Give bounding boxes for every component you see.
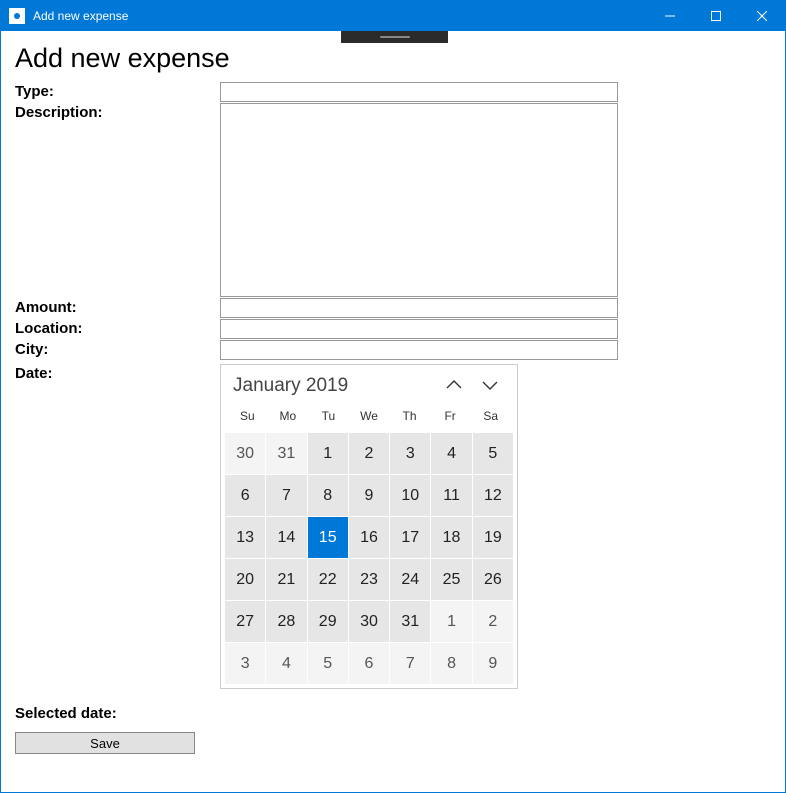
calendar-day-cell[interactable]: 7 xyxy=(266,475,306,516)
calendar-next-button[interactable] xyxy=(481,378,499,394)
city-input[interactable] xyxy=(220,340,618,360)
calendar-day-header: Th xyxy=(389,405,430,427)
calendar-day-cell[interactable]: 13 xyxy=(225,517,265,558)
close-button[interactable] xyxy=(739,1,785,31)
calendar-day-cell[interactable]: 4 xyxy=(266,643,306,684)
calendar-day-cell[interactable]: 14 xyxy=(266,517,306,558)
calendar-day-cell[interactable]: 3 xyxy=(225,643,265,684)
tablet-handle-bar xyxy=(341,31,448,43)
calendar-day-cell[interactable]: 4 xyxy=(431,433,471,474)
save-button[interactable]: Save xyxy=(15,732,195,754)
calendar-day-cell[interactable]: 5 xyxy=(308,643,348,684)
calendar-day-cell[interactable]: 16 xyxy=(349,517,389,558)
calendar-day-cell[interactable]: 1 xyxy=(308,433,348,474)
selected-date-label: Selected date: xyxy=(15,705,771,722)
calendar-day-header: We xyxy=(349,405,390,427)
calendar-day-cell[interactable]: 28 xyxy=(266,601,306,642)
amount-input[interactable] xyxy=(220,298,618,318)
description-label: Description: xyxy=(15,103,220,121)
calendar-day-cell[interactable]: 6 xyxy=(225,475,265,516)
date-picker[interactable]: January 2019 SuMoTuWeThFrSa 303112345678… xyxy=(220,364,518,689)
calendar-day-header: Mo xyxy=(268,405,309,427)
calendar-day-header: Tu xyxy=(308,405,349,427)
city-label: City: xyxy=(15,340,220,358)
calendar-day-cell[interactable]: 26 xyxy=(473,559,513,600)
date-label: Date: xyxy=(15,364,220,382)
calendar-day-header: Su xyxy=(227,405,268,427)
calendar-day-cell[interactable]: 22 xyxy=(308,559,348,600)
calendar-day-cell[interactable]: 2 xyxy=(473,601,513,642)
calendar-day-cell[interactable]: 9 xyxy=(473,643,513,684)
calendar-day-cell[interactable]: 2 xyxy=(349,433,389,474)
calendar-day-cell[interactable]: 30 xyxy=(349,601,389,642)
calendar-day-cell[interactable]: 9 xyxy=(349,475,389,516)
calendar-day-cell[interactable]: 10 xyxy=(390,475,430,516)
titlebar: Add new expense xyxy=(1,1,785,31)
calendar-day-cell[interactable]: 5 xyxy=(473,433,513,474)
calendar-prev-button[interactable] xyxy=(445,378,463,394)
calendar-day-cell[interactable]: 31 xyxy=(266,433,306,474)
calendar-day-cell[interactable]: 7 xyxy=(390,643,430,684)
calendar-day-cell[interactable]: 19 xyxy=(473,517,513,558)
calendar-day-cell[interactable]: 8 xyxy=(431,643,471,684)
location-input[interactable] xyxy=(220,319,618,339)
calendar-day-cell[interactable]: 29 xyxy=(308,601,348,642)
calendar-day-header: Fr xyxy=(430,405,471,427)
calendar-day-cell[interactable]: 21 xyxy=(266,559,306,600)
calendar-day-cell[interactable]: 23 xyxy=(349,559,389,600)
app-icon xyxy=(9,8,25,24)
calendar-day-cell[interactable]: 11 xyxy=(431,475,471,516)
amount-label: Amount: xyxy=(15,298,220,316)
page-title: Add new expense xyxy=(15,43,771,74)
calendar-day-cell[interactable]: 15 xyxy=(308,517,348,558)
calendar-day-cell[interactable]: 20 xyxy=(225,559,265,600)
calendar-day-cell[interactable]: 1 xyxy=(431,601,471,642)
calendar-day-cell[interactable]: 12 xyxy=(473,475,513,516)
calendar-day-cell[interactable]: 17 xyxy=(390,517,430,558)
calendar-day-cell[interactable]: 31 xyxy=(390,601,430,642)
calendar-day-cell[interactable]: 25 xyxy=(431,559,471,600)
calendar-day-cell[interactable]: 27 xyxy=(225,601,265,642)
calendar-day-cell[interactable]: 3 xyxy=(390,433,430,474)
description-input[interactable] xyxy=(220,103,618,297)
calendar-day-cell[interactable]: 30 xyxy=(225,433,265,474)
type-input[interactable] xyxy=(220,82,618,102)
window-title: Add new expense xyxy=(33,9,647,23)
calendar-month-label[interactable]: January 2019 xyxy=(233,375,445,397)
type-label: Type: xyxy=(15,82,220,100)
calendar-day-cell[interactable]: 18 xyxy=(431,517,471,558)
calendar-day-cell[interactable]: 8 xyxy=(308,475,348,516)
location-label: Location: xyxy=(15,319,220,337)
maximize-button[interactable] xyxy=(693,1,739,31)
calendar-day-cell[interactable]: 6 xyxy=(349,643,389,684)
calendar-day-cell[interactable]: 24 xyxy=(390,559,430,600)
calendar-day-header: Sa xyxy=(470,405,511,427)
minimize-button[interactable] xyxy=(647,1,693,31)
